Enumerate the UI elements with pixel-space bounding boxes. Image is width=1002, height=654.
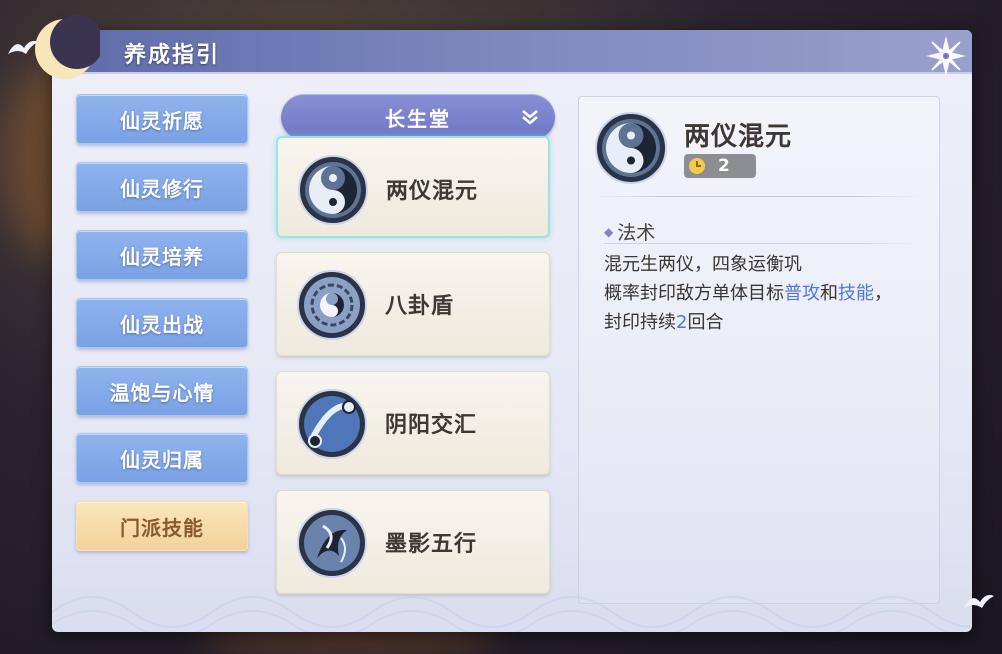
skill-card-bagua-dun[interactable]: 八卦盾 <box>276 252 550 356</box>
chevron-down-icon <box>522 110 538 125</box>
yin-yang-orb-icon <box>595 112 667 184</box>
sidebar-item-label: 仙灵修行 <box>120 176 204 201</box>
skill-name: 阴阳交汇 <box>385 413 478 438</box>
sidebar-item-xianling-guishu[interactable]: 仙灵归属 <box>76 433 248 483</box>
divider <box>594 196 922 197</box>
description-text: 和 <box>820 283 838 304</box>
panel-title: 养成指引 <box>124 43 221 68</box>
sidebar-item-menpai-jineng[interactable]: 门派技能 <box>76 501 248 551</box>
sidebar-item-wenbao-xinqing[interactable]: 温饱与心情 <box>76 366 248 416</box>
sidebar-item-label: 仙灵归属 <box>120 447 204 472</box>
skill-card-yinyang-jiaohui[interactable]: 阴阳交汇 <box>276 371 550 475</box>
sidebar-item-xianling-chuzhan[interactable]: 仙灵出战 <box>76 298 248 348</box>
yin-yang-orb-icon <box>298 155 368 225</box>
sidebar-item-label: 仙灵祈愿 <box>120 108 204 133</box>
description-text: ， <box>874 283 892 304</box>
skill-name: 两仪混元 <box>386 179 479 204</box>
bagua-shield-icon <box>297 270 367 340</box>
sect-dropdown[interactable]: 长生堂 <box>281 94 555 140</box>
crescent-moon-icon <box>35 15 100 79</box>
section-title: ◆ 法术 <box>604 218 655 245</box>
close-icon <box>926 36 966 76</box>
skill-name: 八卦盾 <box>385 294 455 319</box>
guide-panel: 养成指引 仙灵祈愿 仙灵修行 仙灵培养 仙灵出战 温饱与心情 仙灵归属 门派技能… <box>52 30 972 632</box>
bird-icon <box>964 594 994 608</box>
bird-icon <box>8 40 38 54</box>
description-text: 回合 <box>687 312 724 333</box>
diamond-icon: ◆ <box>604 224 614 239</box>
sidebar-item-label: 仙灵出战 <box>120 312 204 337</box>
detail-skill-name: 两仪混元 <box>684 122 793 152</box>
panel-header: 养成指引 <box>52 30 972 76</box>
sidebar-item-xianling-xiuxing[interactable]: 仙灵修行 <box>76 162 248 212</box>
description-line: 混元生两仪，四象运衡巩 <box>604 250 802 276</box>
clock-icon <box>689 158 705 174</box>
keyword-link[interactable]: 技能 <box>838 283 874 304</box>
sidebar-item-label: 温饱与心情 <box>109 380 215 405</box>
cost-value: 2 <box>718 156 730 176</box>
section-title-text: 法术 <box>617 222 656 244</box>
sect-dropdown-label: 长生堂 <box>385 106 451 131</box>
wave-decoration <box>52 596 972 632</box>
description-line: 封印持续2回合 <box>604 308 723 334</box>
cost-badge: 2 <box>684 154 756 178</box>
sidebar-item-label: 仙灵培养 <box>120 244 204 269</box>
description-line: 概率封印敌方单体目标普攻和技能， <box>604 279 892 305</box>
keyword-link[interactable]: 普攻 <box>784 283 820 304</box>
divider <box>604 243 920 244</box>
sidebar-item-xianling-peiyang[interactable]: 仙灵培养 <box>76 230 248 280</box>
description-text: 混元生两仪，四象运衡巩 <box>604 254 802 275</box>
sidebar-item-xianling-qiyuan[interactable]: 仙灵祈愿 <box>76 94 248 144</box>
keyword-number: 2 <box>676 312 688 333</box>
close-button[interactable] <box>918 30 972 84</box>
sidebar-item-label: 门派技能 <box>120 515 204 540</box>
yin-yang-swirl-icon <box>297 389 367 459</box>
skill-card-liangyi-hunyuan[interactable]: 两仪混元 <box>276 136 550 238</box>
description-text: 封印持续 <box>604 312 676 333</box>
description-text: 概率封印敌方单体目标 <box>604 283 784 304</box>
